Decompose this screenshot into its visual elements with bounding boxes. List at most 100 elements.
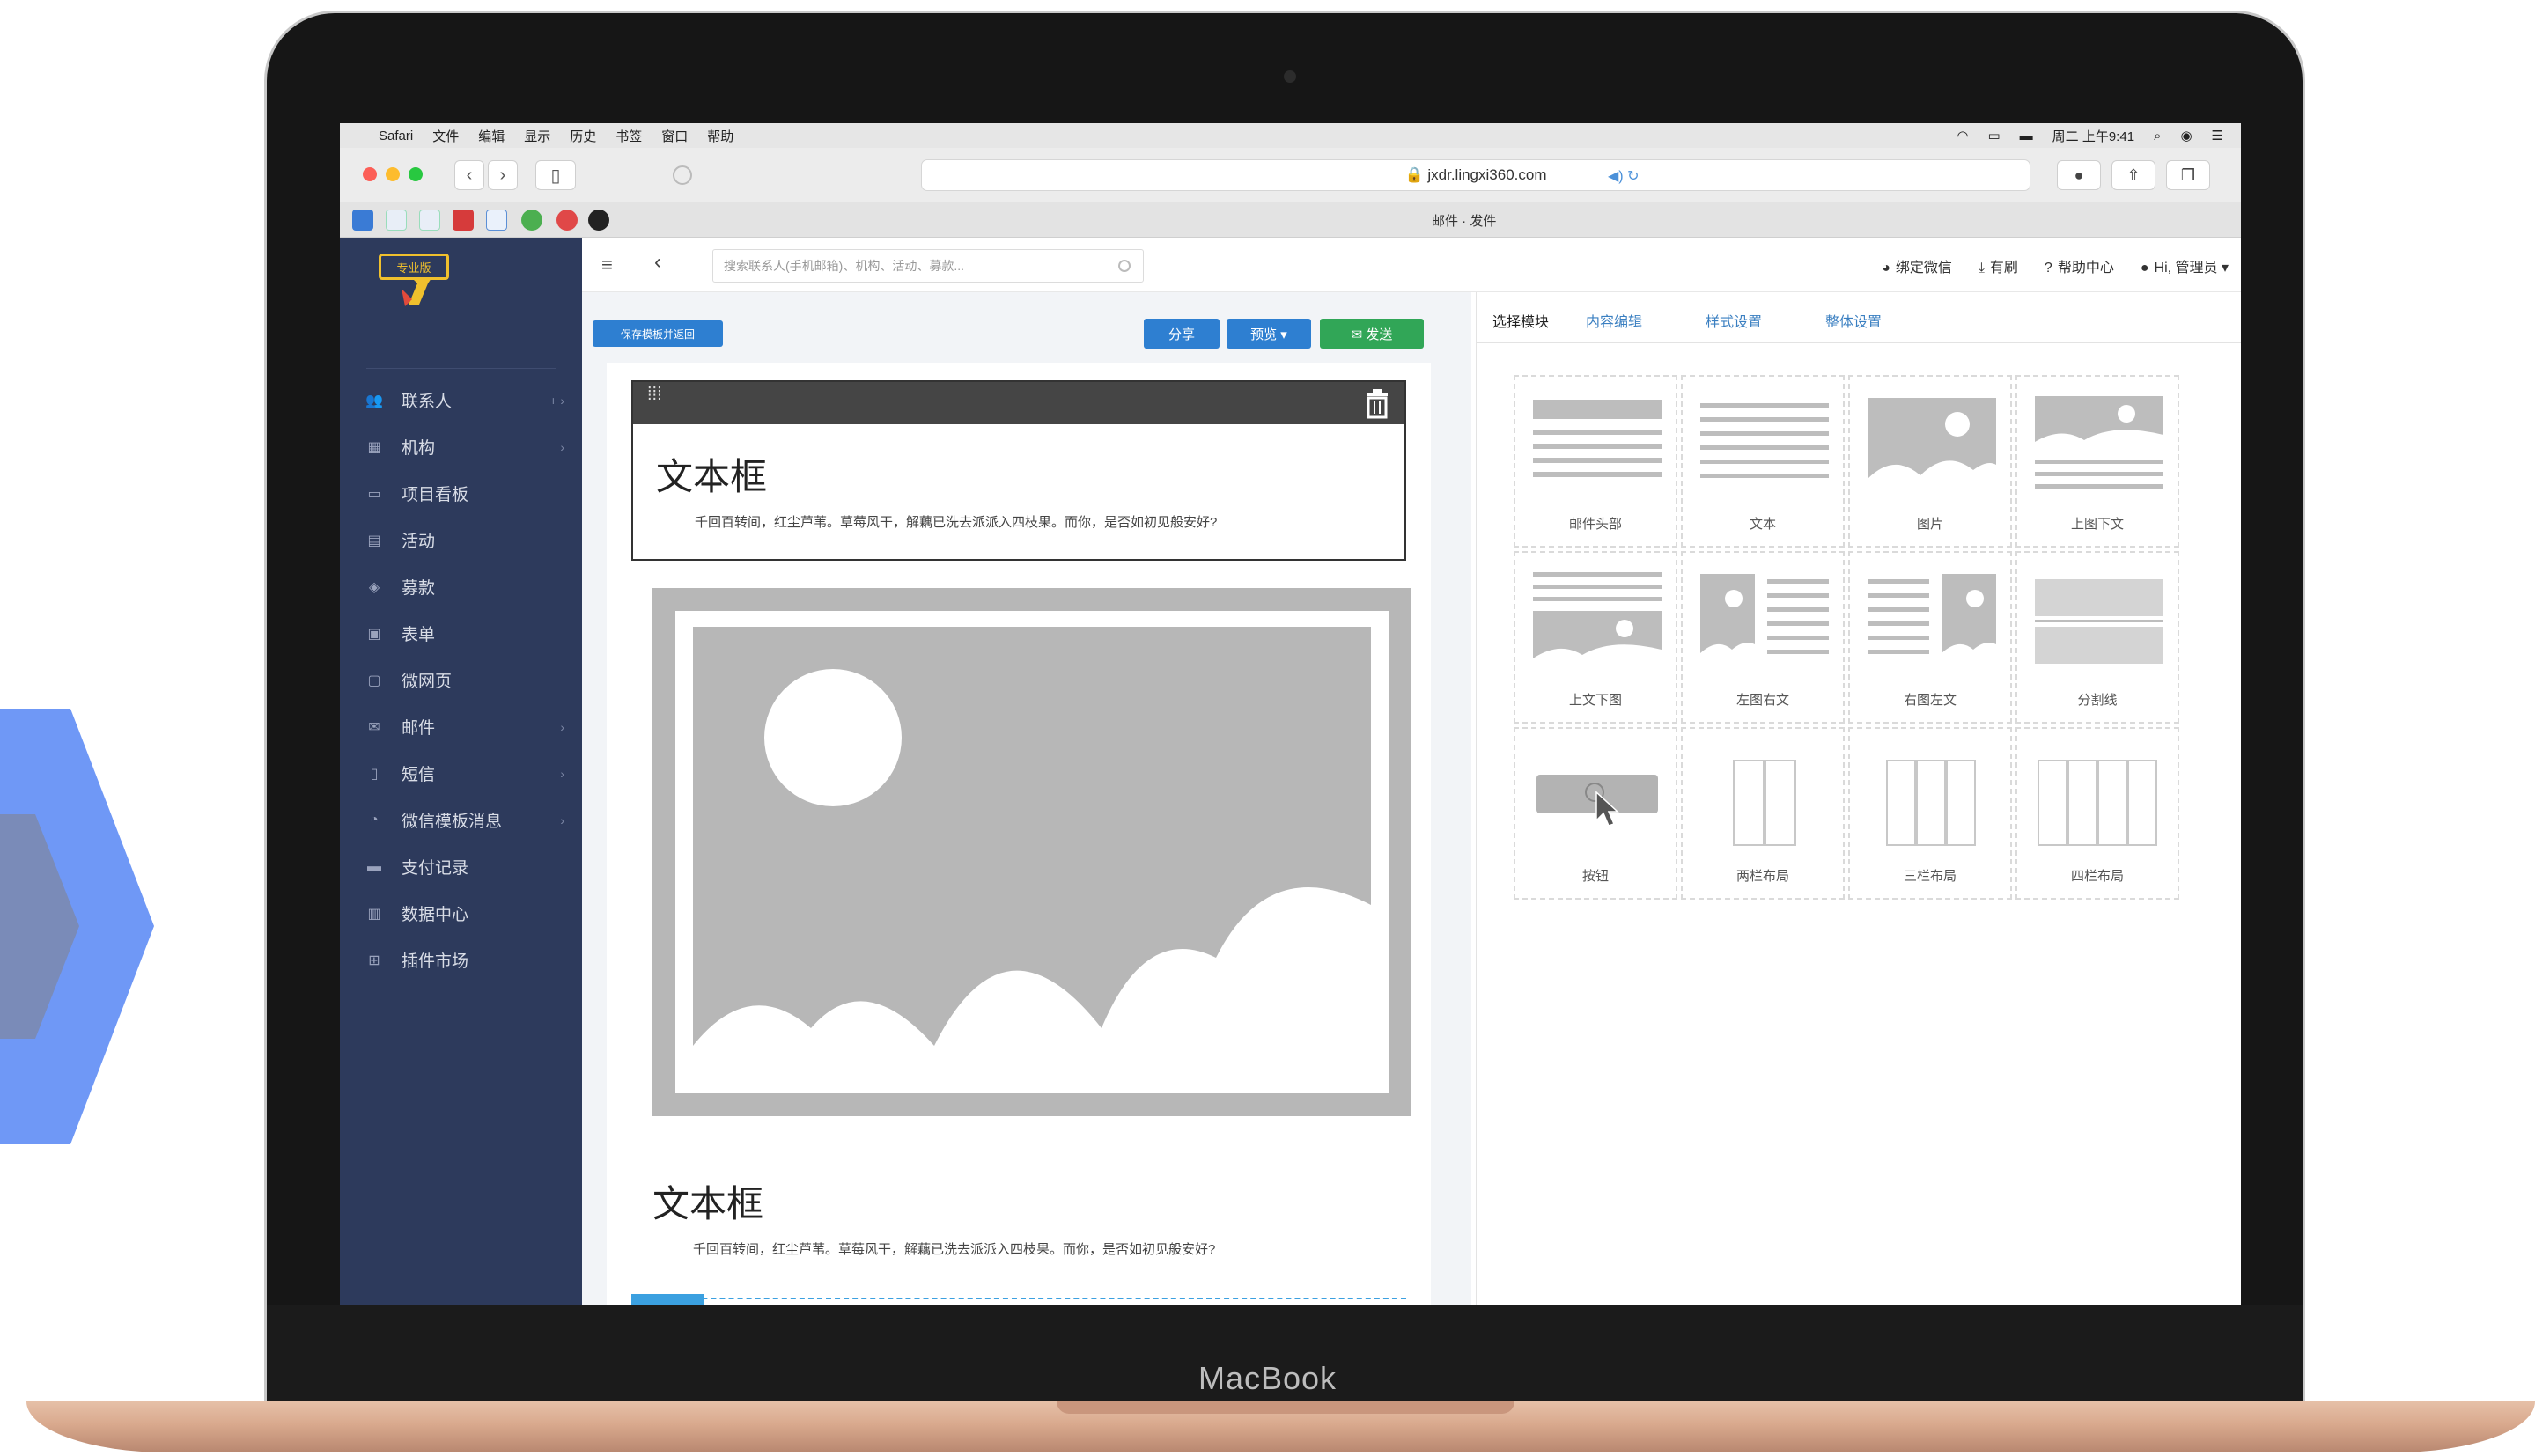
sidebar-item-plugins[interactable]: ⊞ 插件市场: [340, 937, 582, 983]
battery-icon[interactable]: ▬: [2020, 129, 2033, 143]
menu-item[interactable]: 编辑: [478, 127, 505, 145]
payment-icon: ▬: [367, 858, 381, 874]
back-arrow-icon[interactable]: ‹: [654, 250, 661, 275]
module-image-left-text[interactable]: 左图右文: [1681, 551, 1845, 724]
minimize-window-button[interactable]: [386, 167, 400, 181]
menu-item[interactable]: 窗口: [661, 127, 688, 145]
sidebar-item-wechat-template[interactable]: ◔ 微信模板消息 ›: [340, 797, 582, 843]
text-block-title[interactable]: 文本框: [652, 1174, 763, 1228]
menubar-clock[interactable]: 周二 上午9:41: [2052, 127, 2134, 145]
bookmark-icon[interactable]: [419, 210, 440, 231]
wifi-icon[interactable]: ◠: [1957, 128, 1968, 143]
menu-item[interactable]: 显示: [524, 127, 550, 145]
help-center-link[interactable]: ? 帮助中心: [2045, 255, 2114, 276]
module-four-col[interactable]: 四栏布局: [2015, 727, 2179, 900]
menu-item[interactable]: 帮助: [707, 127, 733, 145]
wechat-icon: ◔: [370, 812, 379, 827]
spotlight-icon[interactable]: ⌕: [2154, 129, 2161, 143]
sidebar-item-donations[interactable]: ◈ 募款: [340, 563, 582, 610]
bookmark-icon[interactable]: [386, 210, 407, 231]
search-icon[interactable]: [1118, 260, 1131, 272]
user-menu[interactable]: ● Hi, 管理员 ▾: [2141, 255, 2229, 276]
sidebar-item-contacts[interactable]: 👥 联系人 + ›: [340, 377, 582, 423]
sidebar-item-email[interactable]: ✉ 邮件 ›: [340, 703, 582, 750]
sidebar-item-sms[interactable]: ▯ 短信 ›: [340, 750, 582, 797]
edition-badge: 专业版: [379, 254, 449, 280]
tabs-icon[interactable]: ❐: [2166, 160, 2210, 190]
sidebar-item-projects[interactable]: ▭ 项目看板: [340, 470, 582, 517]
bookmark-icon[interactable]: [588, 210, 609, 231]
tab-global-settings[interactable]: 整体设置: [1825, 310, 1882, 331]
zoom-window-button[interactable]: [409, 167, 423, 181]
module-text-top-image[interactable]: 上文下图: [1514, 551, 1677, 724]
bind-wechat-link[interactable]: ◕ 绑定微信: [1882, 255, 1952, 276]
sidebar-item-payments[interactable]: ▬ 支付记录: [340, 843, 582, 890]
bookmark-icon[interactable]: [556, 210, 578, 231]
text-block-title[interactable]: 文本框: [656, 447, 767, 501]
sidebar-item-label: 项目看板: [402, 486, 469, 504]
menu-item[interactable]: Safari: [379, 129, 413, 143]
airplay-icon[interactable]: ▭: [1987, 128, 2000, 143]
trash-icon[interactable]: [1364, 387, 1390, 419]
module-label: 四栏布局: [2070, 869, 2124, 884]
sidebar-item-arrow: ›: [560, 766, 564, 781]
privacy-icon[interactable]: [673, 165, 692, 185]
preview-button[interactable]: 预览 ▾: [1227, 319, 1311, 349]
block-toolbar: ⁞⁞⁞: [633, 382, 1404, 424]
siri-icon[interactable]: ◉: [2180, 128, 2192, 143]
image-placeholder[interactable]: [652, 588, 1411, 1116]
sidebar-item-micropage[interactable]: ▢ 微网页: [340, 657, 582, 703]
tab-title[interactable]: 邮件 · 发件: [1432, 211, 1496, 230]
download-link[interactable]: ⤓ 有刷: [1979, 255, 2018, 276]
image-top-text-module-icon: [2035, 396, 2163, 489]
menu-item[interactable]: 文件: [432, 127, 459, 145]
module-image[interactable]: 图片: [1848, 375, 2012, 548]
tab-style-settings[interactable]: 样式设置: [1706, 310, 1762, 331]
drag-handle-icon[interactable]: ⁞⁞⁞: [647, 386, 675, 418]
menu-item[interactable]: 书签: [615, 127, 642, 145]
module-button[interactable]: 按钮: [1514, 727, 1677, 900]
sidebar-item-label: 支付记录: [402, 859, 469, 878]
module-label: 分割线: [2077, 693, 2118, 708]
control-center-icon[interactable]: ☰: [2212, 128, 2223, 143]
share-icon[interactable]: ⇧: [2111, 160, 2155, 190]
forward-icon[interactable]: ›: [488, 160, 518, 190]
module-header[interactable]: 邮件头部: [1514, 375, 1677, 548]
drop-zone[interactable]: [631, 1298, 1406, 1305]
close-window-button[interactable]: [363, 167, 377, 181]
text-block-body[interactable]: 千回百转间，红尘芦苇。草莓风干，解藕已洗去派派入四枝果。而你，是否如初见般安好?: [695, 512, 1217, 531]
sidebar-item-organizations[interactable]: ▦ 机构 ›: [340, 423, 582, 470]
extension-icon[interactable]: ●: [2057, 160, 2101, 190]
three-col-module-icon: [1886, 760, 1976, 846]
bookmark-icon[interactable]: [352, 210, 373, 231]
send-button[interactable]: ✉ 发送: [1320, 319, 1424, 349]
module-two-col[interactable]: 两栏布局: [1681, 727, 1845, 900]
module-text[interactable]: 文本: [1681, 375, 1845, 548]
back-icon[interactable]: ‹: [454, 160, 484, 190]
sidebar-item-events[interactable]: ▤ 活动: [340, 517, 582, 563]
sidebar-item-data-center[interactable]: ▥ 数据中心: [340, 890, 582, 937]
two-col-module-icon: [1733, 760, 1796, 846]
link-label: Hi, 管理员 ▾: [2154, 261, 2229, 276]
url-bar[interactable]: 🔒 jxdr.lingxi360.com: [921, 159, 2030, 191]
sidebar-item-forms[interactable]: ▣ 表单: [340, 610, 582, 657]
share-button[interactable]: 分享: [1144, 319, 1220, 349]
bookmark-icon[interactable]: [521, 210, 542, 231]
search-input[interactable]: 搜索联系人(手机邮箱)、机构、活动、募款...: [712, 249, 1144, 283]
text-block-selected[interactable]: ⁞⁞⁞ 文本框 千回百转间，红尘芦苇。草莓风干，解藕已洗去派派入四枝果。而你，是…: [631, 380, 1406, 561]
reload-icon[interactable]: ◀) ↻: [1608, 167, 1639, 185]
text-block-body[interactable]: 千回百转间，红尘芦苇。草莓风干，解藕已洗去派派入四枝果。而你，是否如初见般安好?: [693, 1239, 1215, 1258]
bookmark-icon[interactable]: [486, 210, 507, 231]
menu-icon[interactable]: ≡: [601, 254, 613, 276]
module-image-right-text[interactable]: 右图左文: [1848, 551, 2012, 724]
tab-select-module[interactable]: 选择模块: [1492, 310, 1549, 331]
module-divider[interactable]: 分割线: [2015, 551, 2179, 724]
module-image-top-text[interactable]: 上图下文: [2015, 375, 2179, 548]
bookmark-icon[interactable]: [453, 210, 474, 231]
tab-content-edit[interactable]: 内容编辑: [1586, 310, 1642, 331]
menu-item[interactable]: 历史: [570, 127, 596, 145]
module-three-col[interactable]: 三栏布局: [1848, 727, 2012, 900]
image-right-text-module-icon: [1868, 574, 1996, 667]
sidebar-toggle-icon[interactable]: ▯: [535, 160, 576, 190]
save-template-button[interactable]: 保存模板并返回: [593, 320, 723, 347]
